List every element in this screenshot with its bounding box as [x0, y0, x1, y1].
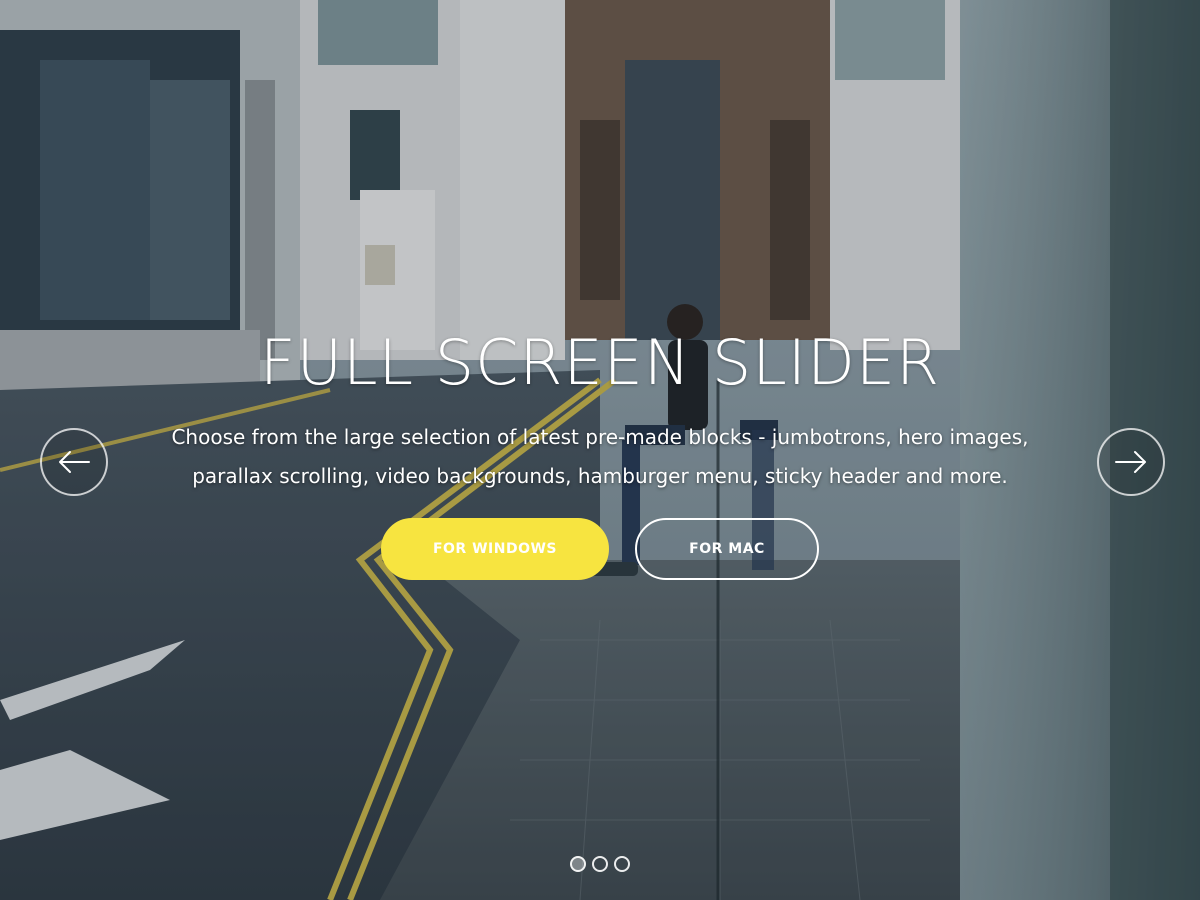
for-windows-button[interactable]: FOR WINDOWS [381, 518, 609, 580]
hero-subtitle-line-2: parallax scrolling, video backgrounds, h… [192, 464, 1008, 488]
slide-dot-1[interactable] [570, 856, 586, 872]
slide-pagination [0, 856, 1200, 872]
hero-content: FULL SCREEN SLIDER Choose from the large… [0, 320, 1200, 580]
hero-buttons: FOR WINDOWS FOR MAC [0, 518, 1200, 580]
slide-dot-2[interactable] [592, 856, 608, 872]
hero-subtitle-line-1: Choose from the large selection of lates… [171, 425, 1029, 449]
full-screen-slider: FULL SCREEN SLIDER Choose from the large… [0, 0, 1200, 900]
for-mac-button[interactable]: FOR MAC [635, 518, 819, 580]
hero-subtitle: Choose from the large selection of lates… [120, 418, 1080, 496]
slide-dot-3[interactable] [614, 856, 630, 872]
hero-title: FULL SCREEN SLIDER [259, 326, 941, 399]
